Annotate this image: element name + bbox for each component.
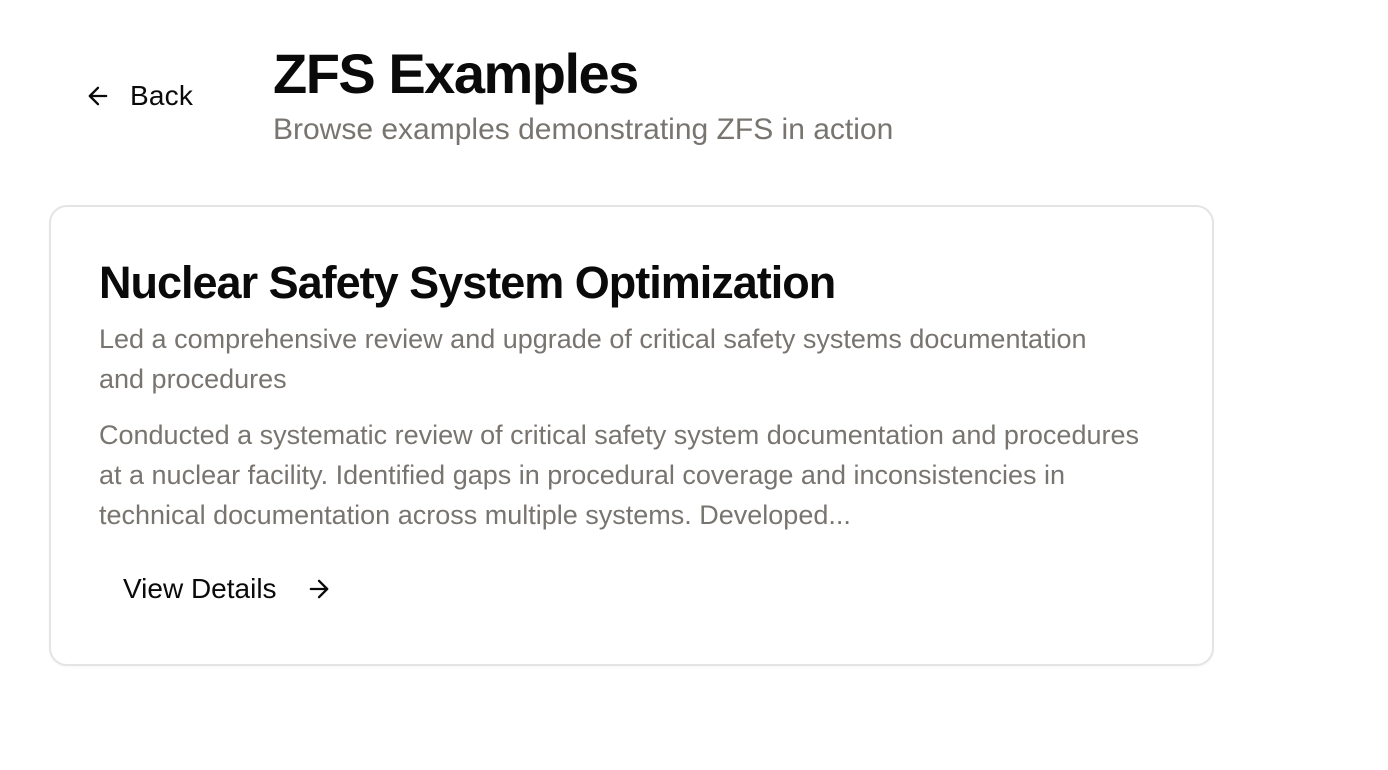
page-header: ZFS Examples Browse examples demonstrati…: [273, 40, 893, 148]
view-details-label: View Details: [123, 573, 277, 604]
arrow-right-icon: [305, 575, 333, 603]
arrow-left-icon: [84, 82, 112, 110]
page-title: ZFS Examples: [273, 42, 639, 105]
back-label: Back: [130, 80, 194, 111]
example-card: Nuclear Safety System Optimization Led a…: [49, 205, 1214, 666]
page: Back ZFS Examples Browse examples demons…: [0, 0, 1388, 770]
example-card-title: Nuclear Safety System Optimization: [99, 257, 836, 308]
page-subtitle: Browse examples demonstrating ZFS in act…: [273, 113, 894, 146]
view-details-button[interactable]: View Details: [99, 557, 357, 621]
back-button[interactable]: Back: [72, 70, 205, 122]
example-card-content: Conducted a systematic review of critica…: [99, 420, 1139, 530]
example-card-description: Led a comprehensive review and upgrade o…: [99, 324, 1087, 394]
